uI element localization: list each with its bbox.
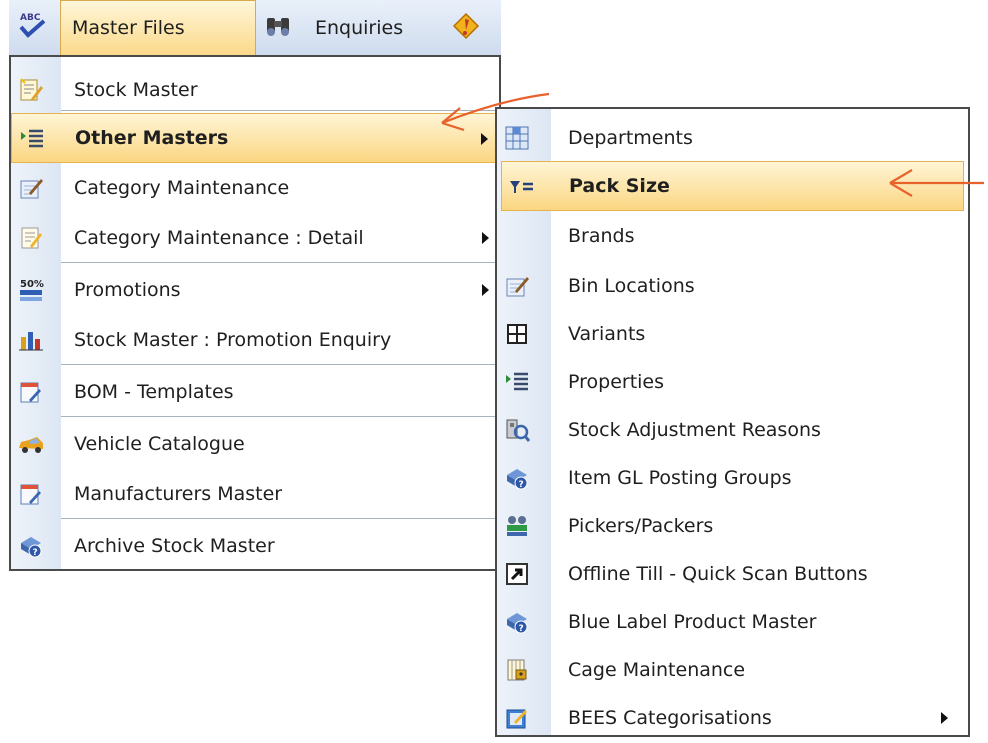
menu-item-label: Brands [568, 225, 635, 247]
menu-item-label: BEES Categorisations [568, 707, 772, 729]
variants-icon [501, 318, 533, 350]
menu-item-label: Cage Maintenance [568, 659, 746, 681]
submenu-item-offline-till[interactable]: Offline Till - Quick Scan Buttons [497, 549, 968, 599]
submenu-arrow-icon [481, 133, 488, 145]
spellcheck-icon[interactable]: ABC [17, 10, 47, 42]
menu-item-category-detail[interactable]: Category Maintenance : Detail [11, 213, 499, 263]
submenu-item-brands[interactable]: Brands [497, 211, 968, 261]
menu-master-files-label: Master Files [72, 17, 185, 39]
submenu-item-pickers-packers[interactable]: Pickers/Packers [497, 501, 968, 551]
menu-item-label: Stock Adjustment Reasons [568, 419, 821, 441]
submenu-item-gl-posting-groups[interactable]: ? Item GL Posting Groups [497, 453, 968, 503]
menu-item-other-masters[interactable]: Other Masters [11, 113, 499, 163]
menu-separator [61, 364, 495, 366]
menu-item-label: Stock Master [74, 79, 198, 101]
master-files-menu: Stock Master Other Masters Category Main… [9, 55, 501, 571]
menu-separator [61, 110, 495, 112]
menu-separator [61, 416, 495, 418]
menu-item-label: Pack Size [569, 175, 670, 197]
pack-size-icon [506, 171, 538, 203]
menu-item-label: Category Maintenance : Detail [74, 227, 364, 249]
menu-separator [61, 518, 495, 520]
shortcut-icon [501, 558, 533, 590]
menu-separator [61, 262, 495, 264]
menu-item-archive-stock-master[interactable]: ? Archive Stock Master [11, 521, 499, 571]
warning-diamond-icon[interactable] [451, 10, 481, 42]
menu-item-label: Archive Stock Master [74, 535, 275, 557]
menu-item-label: Bin Locations [568, 275, 695, 297]
menu-item-manufacturers-master[interactable]: Manufacturers Master [11, 469, 499, 519]
properties-icon [501, 366, 533, 398]
binoculars-icon[interactable] [263, 10, 293, 42]
menu-bar: ABC Master Files Enquiries [9, 0, 501, 56]
menu-item-label: Vehicle Catalogue [74, 433, 245, 455]
bin-locations-icon [501, 270, 533, 302]
promotion-enquiry-icon [15, 324, 47, 356]
menu-item-label: Other Masters [75, 127, 229, 149]
menu-item-label: Category Maintenance [74, 177, 290, 199]
stock-adjustment-icon [501, 414, 533, 446]
menu-item-promotions[interactable]: 50% Promotions [11, 265, 499, 315]
submenu-item-properties[interactable]: Properties [497, 357, 968, 407]
svg-text:?: ? [33, 548, 38, 558]
menu-item-bom-templates[interactable]: BOM - Templates [11, 367, 499, 417]
submenu-item-pack-size[interactable]: Pack Size [501, 161, 964, 211]
menu-item-label: Departments [568, 127, 693, 149]
svg-text:50%: 50% [20, 279, 44, 290]
manufacturers-icon [15, 478, 47, 510]
menu-master-files[interactable]: Master Files [60, 0, 256, 55]
departments-icon [501, 122, 533, 154]
archive-icon: ? [15, 530, 47, 562]
menu-item-label: Blue Label Product Master [568, 611, 817, 633]
submenu-arrow-icon [482, 284, 489, 296]
category-maintenance-icon [15, 172, 47, 204]
svg-text:?: ? [519, 480, 524, 490]
submenu-arrow-icon [941, 712, 948, 724]
menu-item-label: BOM - Templates [74, 381, 234, 403]
menu-item-category-maintenance[interactable]: Category Maintenance [11, 163, 499, 213]
cage-icon [501, 654, 533, 686]
other-masters-submenu: Departments Pack Size Brands Bin Locatio… [495, 107, 970, 737]
menu-item-label: Variants [568, 323, 646, 345]
menu-item-promotion-enquiry[interactable]: Stock Master : Promotion Enquiry [11, 315, 499, 365]
submenu-item-departments[interactable]: Departments [497, 113, 968, 163]
menu-item-label: Item GL Posting Groups [568, 467, 792, 489]
submenu-item-blue-label[interactable]: ? Blue Label Product Master [497, 597, 968, 647]
stock-master-icon [15, 74, 47, 106]
promotions-icon: 50% [15, 274, 47, 306]
menu-item-label: Promotions [74, 279, 181, 301]
svg-text:ABC: ABC [20, 13, 41, 23]
bees-icon [501, 702, 533, 734]
category-detail-icon [15, 222, 47, 254]
menu-item-label: Pickers/Packers [568, 515, 714, 537]
blue-label-icon: ? [501, 606, 533, 638]
menu-item-label: Stock Master : Promotion Enquiry [74, 329, 392, 351]
submenu-item-variants[interactable]: Variants [497, 309, 968, 359]
menu-item-stock-master[interactable]: Stock Master [11, 65, 499, 115]
submenu-item-bees-categorisations[interactable]: BEES Categorisations [497, 693, 968, 743]
menu-item-vehicle-catalogue[interactable]: Vehicle Catalogue [11, 419, 499, 469]
submenu-item-cage-maintenance[interactable]: Cage Maintenance [497, 645, 968, 695]
menu-item-label: Offline Till - Quick Scan Buttons [568, 563, 868, 585]
gl-posting-icon: ? [501, 462, 533, 494]
svg-text:?: ? [519, 624, 524, 634]
other-masters-icon [16, 123, 48, 155]
pickers-packers-icon [501, 510, 533, 542]
menu-enquiries-label: Enquiries [315, 16, 404, 39]
bom-templates-icon [15, 376, 47, 408]
menu-enquiries[interactable]: Enquiries [315, 0, 445, 55]
menu-item-label: Manufacturers Master [74, 483, 283, 505]
submenu-arrow-icon [482, 232, 489, 244]
vehicle-icon [15, 428, 47, 460]
submenu-item-stock-adjustment-reasons[interactable]: Stock Adjustment Reasons [497, 405, 968, 455]
menu-item-label: Properties [568, 371, 665, 393]
submenu-item-bin-locations[interactable]: Bin Locations [497, 261, 968, 311]
